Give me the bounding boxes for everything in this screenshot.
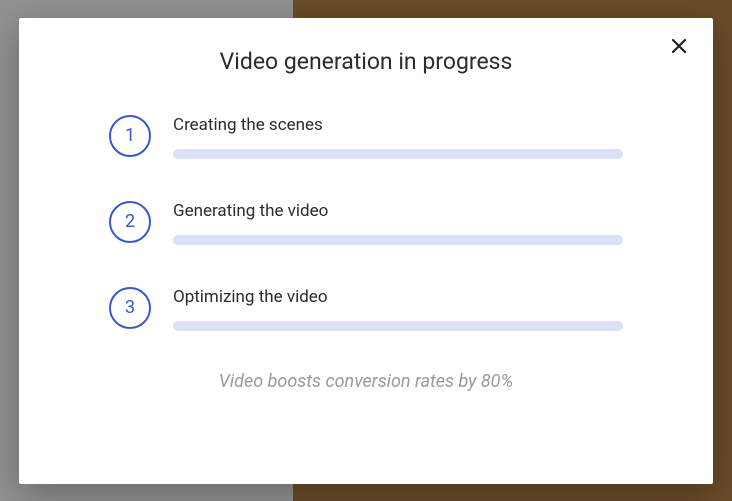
step-number-badge: 1 <box>109 115 151 157</box>
close-button[interactable] <box>667 36 691 60</box>
progress-bar <box>173 149 623 159</box>
modal-title: Video generation in progress <box>19 18 713 75</box>
step-body: Creating the scenes <box>173 113 623 159</box>
progress-bar <box>173 235 623 245</box>
step-body: Optimizing the video <box>173 285 623 331</box>
steps-list: 1 Creating the scenes 2 Generating the v… <box>19 113 713 331</box>
step-item: 3 Optimizing the video <box>109 285 623 331</box>
step-label: Optimizing the video <box>173 287 623 307</box>
step-body: Generating the video <box>173 199 623 245</box>
footer-note: Video boosts conversion rates by 80% <box>19 371 713 392</box>
progress-modal: Video generation in progress 1 Creating … <box>19 18 713 484</box>
step-number-badge: 3 <box>109 287 151 329</box>
step-item: 2 Generating the video <box>109 199 623 245</box>
step-label: Generating the video <box>173 201 623 221</box>
step-label: Creating the scenes <box>173 115 623 135</box>
step-item: 1 Creating the scenes <box>109 113 623 159</box>
step-number-badge: 2 <box>109 201 151 243</box>
progress-bar <box>173 321 623 331</box>
close-icon <box>671 38 687 58</box>
